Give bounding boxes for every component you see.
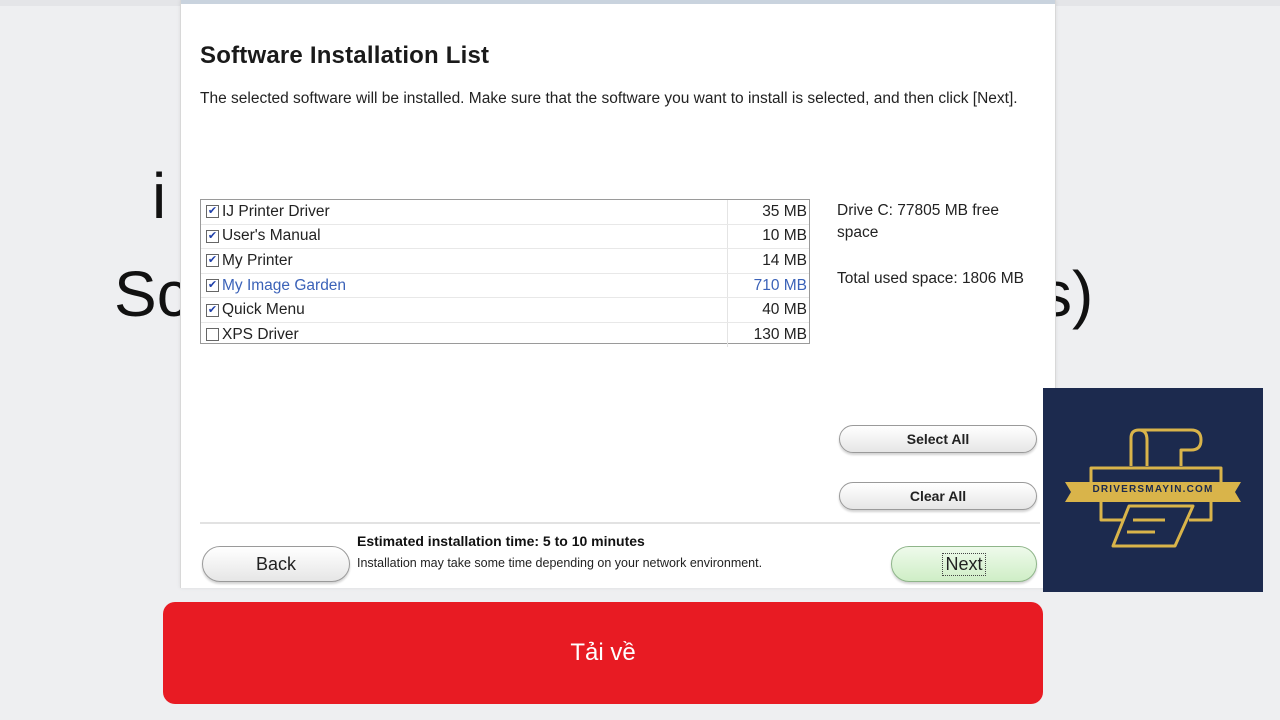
software-size: 14 MB: [762, 251, 807, 269]
download-button[interactable]: Tải về: [163, 602, 1043, 704]
column-separator: [727, 224, 728, 249]
software-name: IJ Printer Driver: [222, 202, 330, 220]
footer-divider: [200, 522, 1040, 524]
dialog-title: Software Installation List: [200, 42, 490, 69]
column-separator: [727, 200, 728, 224]
checkbox-checked-icon[interactable]: ✔: [206, 254, 219, 268]
clear-all-button[interactable]: Clear All: [839, 482, 1037, 510]
site-logo: DRIVERSMAYIN.COM: [1043, 388, 1263, 592]
software-row-highlighted[interactable]: ✔ My Image Garden 710 MB: [201, 273, 809, 299]
next-button[interactable]: Next: [891, 546, 1037, 582]
software-row[interactable]: ✔ User's Manual 10 MB: [201, 224, 809, 250]
software-size: 710 MB: [753, 276, 807, 294]
software-name: My Printer: [222, 251, 293, 269]
column-separator: [727, 249, 728, 273]
checkbox-checked-icon[interactable]: ✔: [206, 303, 219, 317]
estimated-install-time: Estimated installation time: 5 to 10 min…: [357, 533, 645, 549]
next-button-label: Next: [942, 552, 986, 576]
software-size: 10 MB: [762, 227, 807, 245]
dialog-top-bar: [181, 0, 1055, 4]
column-separator: [727, 273, 728, 298]
software-name: User's Manual: [222, 227, 321, 245]
checkbox-checked-icon[interactable]: ✔: [206, 229, 219, 243]
software-row[interactable]: ✔ My Printer 14 MB: [201, 249, 809, 274]
back-button[interactable]: Back: [202, 546, 350, 582]
software-size: 35 MB: [762, 202, 807, 220]
software-name: My Image Garden: [222, 276, 347, 294]
software-row[interactable]: ✔ IJ Printer Driver 35 MB: [201, 200, 809, 225]
installer-dialog: Software Installation List The selected …: [180, 0, 1056, 588]
background-text-line2-left: Sc: [114, 258, 189, 330]
checkbox-checked-icon[interactable]: ✔: [206, 279, 219, 293]
total-used-space: Total used space: 1806 MB: [837, 270, 1024, 287]
logo-text: DRIVERSMAYIN.COM: [1092, 484, 1214, 495]
software-name: XPS Driver: [222, 325, 299, 343]
checkbox-checked-icon[interactable]: ✔: [206, 205, 219, 219]
select-all-button[interactable]: Select All: [839, 425, 1037, 453]
software-row[interactable]: XPS Driver 130 MB: [201, 322, 809, 347]
drive-free-space: Drive C: 77805 MB free space: [837, 202, 999, 241]
software-name: Quick Menu: [222, 301, 305, 319]
estimated-install-note: Installation may take some time dependin…: [357, 556, 763, 570]
background-text-line1: i: [152, 160, 167, 232]
dialog-description: The selected software will be installed.…: [200, 90, 1018, 107]
software-size: 40 MB: [762, 301, 807, 319]
software-row[interactable]: ✔ Quick Menu 40 MB: [201, 298, 809, 323]
software-list[interactable]: ✔ IJ Printer Driver 35 MB ✔ User's Manua…: [200, 199, 810, 347]
software-size: 130 MB: [753, 325, 807, 343]
column-separator: [727, 298, 728, 322]
column-separator: [727, 322, 728, 347]
checkbox-unchecked-icon[interactable]: [206, 328, 219, 342]
